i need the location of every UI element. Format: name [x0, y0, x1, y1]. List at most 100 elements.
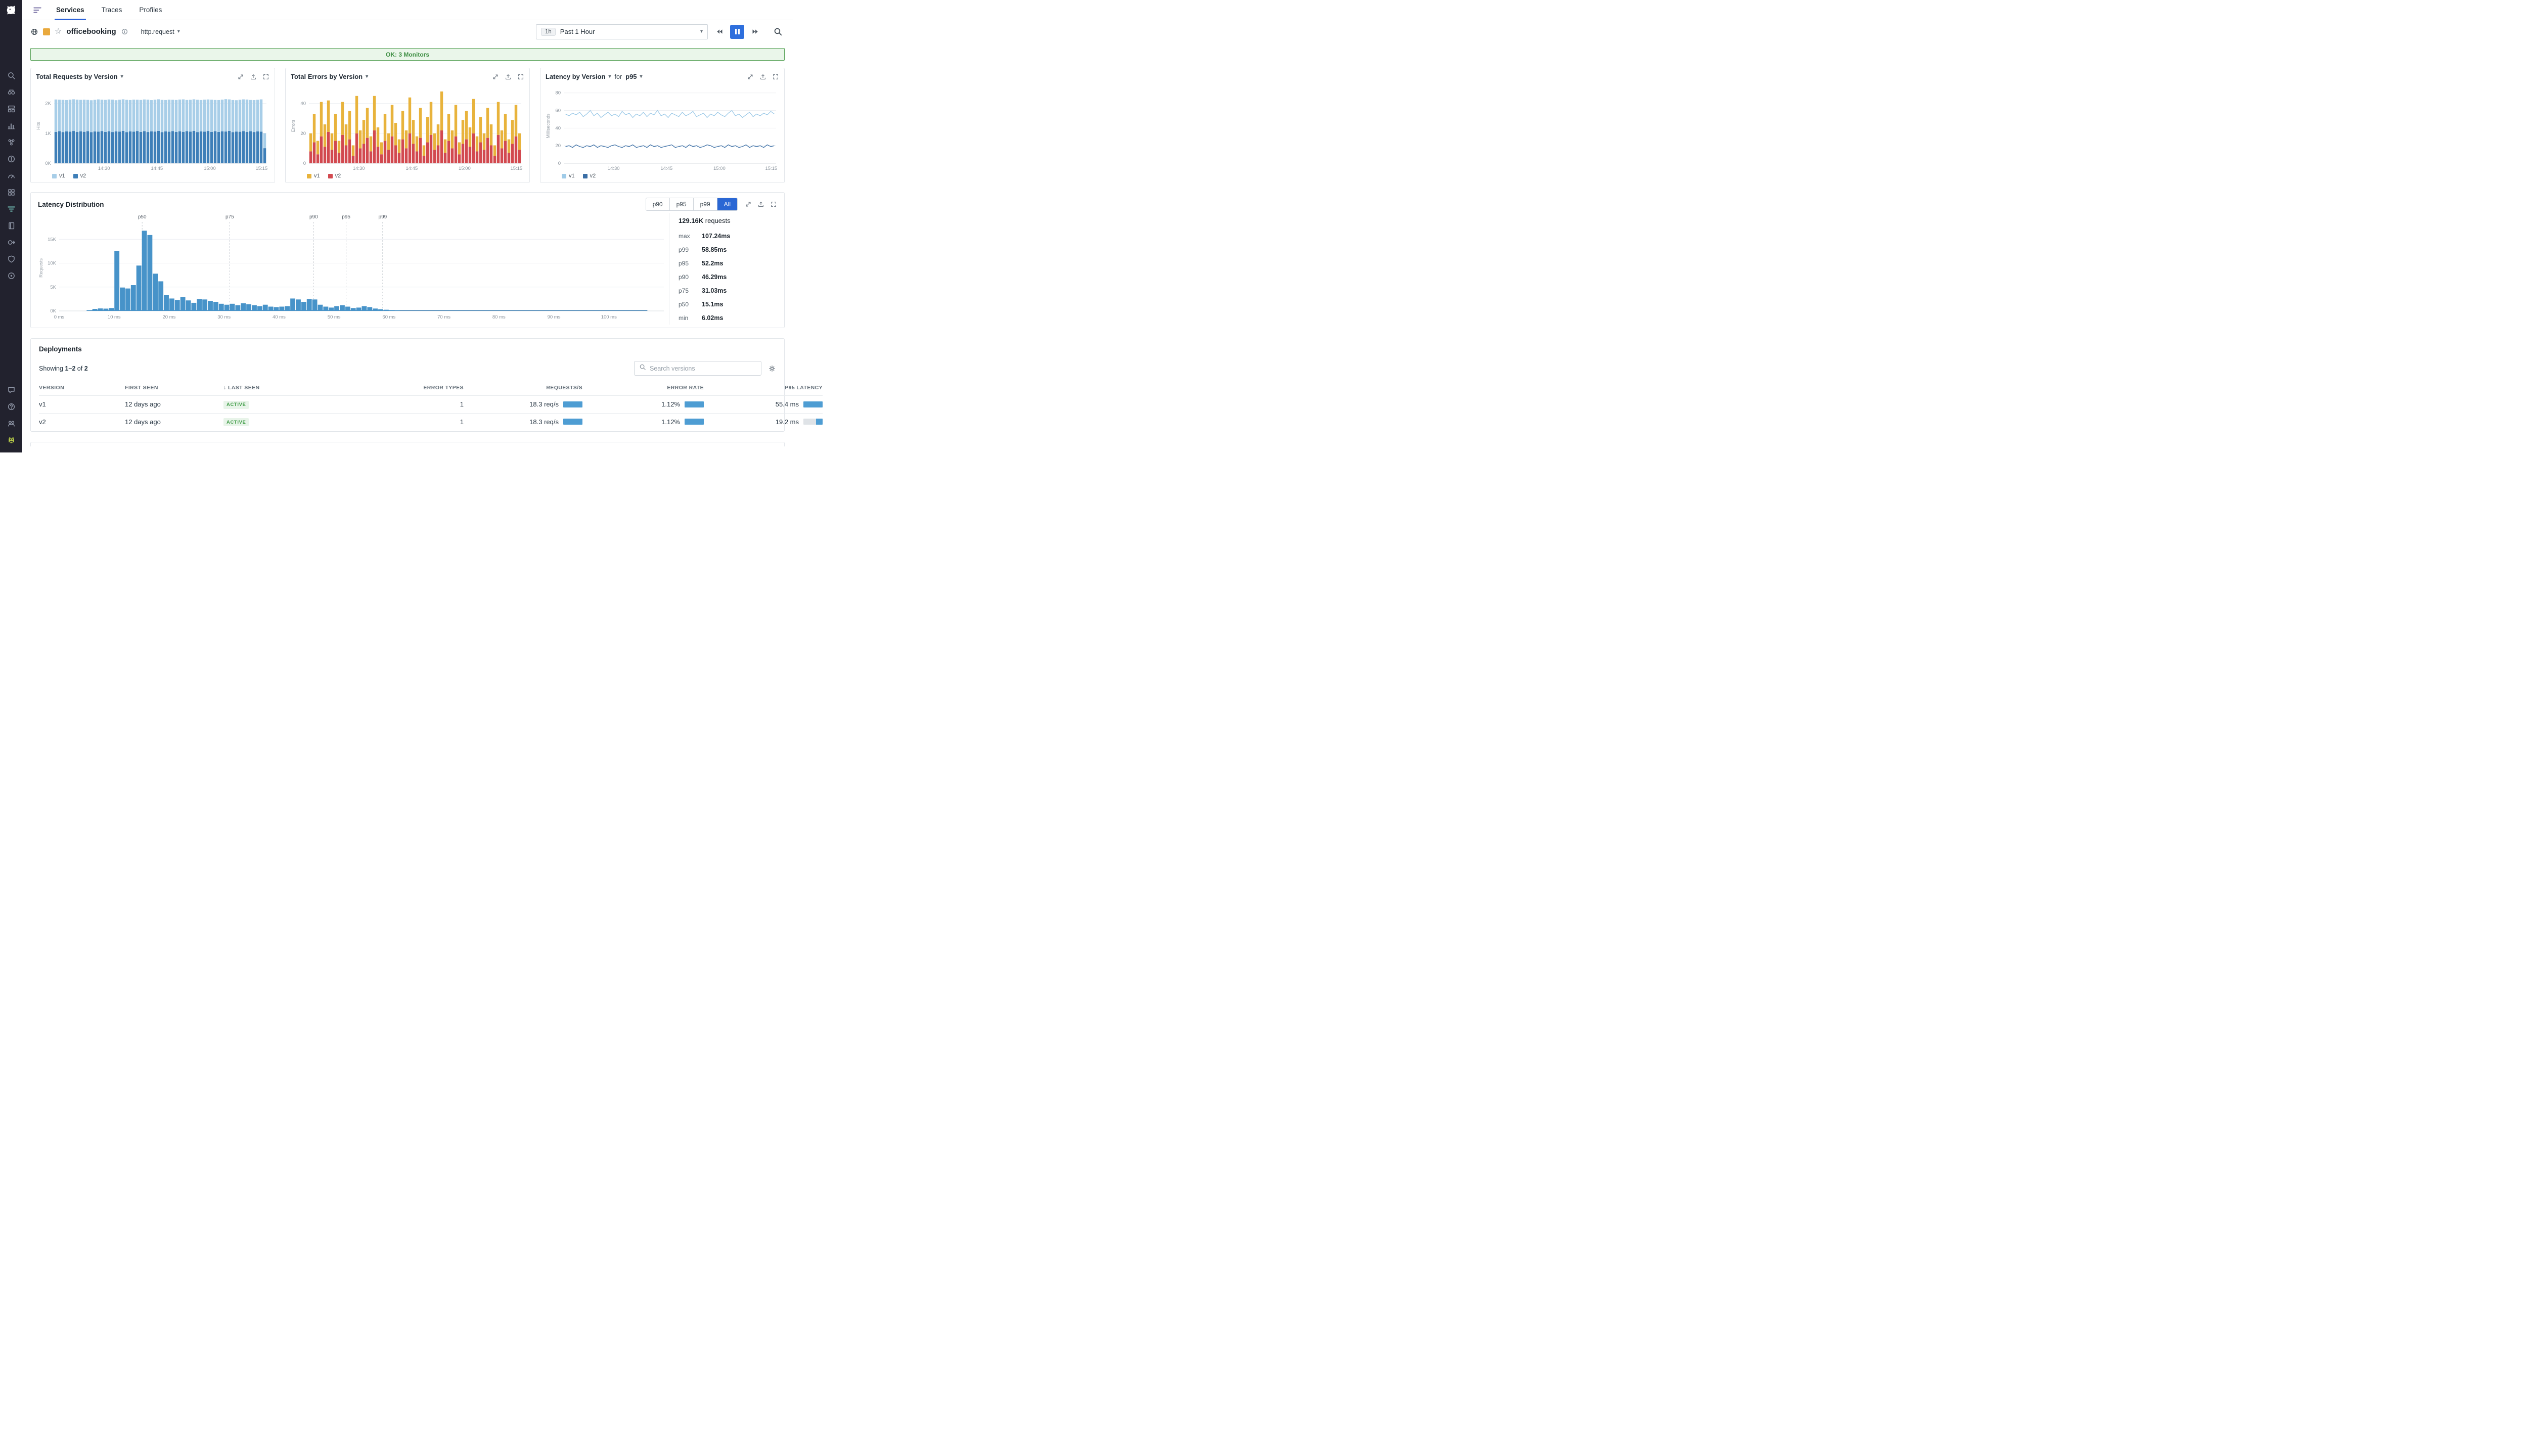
percentile-dropdown[interactable]: p95 ▾ — [625, 73, 642, 80]
svg-text:15:15: 15:15 — [765, 166, 777, 171]
favorite-star-icon[interactable]: ☆ — [55, 28, 62, 36]
svg-text:p75: p75 — [225, 214, 234, 220]
search-icon[interactable] — [4, 70, 19, 82]
p95-latency-cell: 55.4 ms — [704, 396, 823, 414]
column-error-types[interactable]: ERROR TYPES — [375, 382, 464, 396]
errors-chart-actions — [492, 73, 524, 80]
monitors-icon[interactable] — [4, 153, 19, 165]
deployment-row-v2[interactable]: v212 days agoACTIVE118.3 req/s1.12%19.2 … — [39, 413, 823, 430]
deployment-row-v1[interactable]: v112 days agoACTIVE118.3 req/s1.12%55.4 … — [39, 396, 823, 414]
latency-histogram-canvas[interactable]: 0K5K10K15KRequests0 ms10 ms20 ms30 ms40 … — [38, 213, 669, 320]
sidebar-bottom-icons — [4, 382, 19, 448]
column-first-seen[interactable]: FIRST SEEN — [125, 382, 223, 396]
requests-chart-canvas[interactable]: 0K1K2K14:3014:4515:0015:15Hits — [36, 84, 269, 171]
rewind-button[interactable] — [712, 25, 726, 39]
pause-icon — [735, 29, 740, 34]
legend-swatch — [52, 174, 57, 178]
forward-button[interactable] — [748, 25, 762, 39]
column-error-rate[interactable]: ERROR RATE — [582, 382, 704, 396]
column-version[interactable]: VERSION — [39, 382, 125, 396]
latency-chart-title-dropdown[interactable]: Latency by Version ▾ — [546, 73, 611, 80]
latency-chart-card: Latency by Version ▾ for p95 ▾ 020406080… — [540, 68, 785, 183]
help-icon[interactable] — [4, 401, 19, 413]
pause-button[interactable] — [730, 25, 744, 39]
requests-value-bar — [563, 419, 582, 425]
search-versions-input[interactable] — [650, 365, 756, 372]
svg-text:p95: p95 — [342, 214, 350, 220]
latency-distribution-title: Latency Distribution — [38, 201, 104, 208]
error-rate-value-bar — [685, 401, 704, 407]
datadog-logo[interactable] — [4, 3, 19, 18]
latency-summary-panel: 129.16K requests max107.24msp9958.85msp9… — [669, 213, 777, 325]
svg-text:40 ms: 40 ms — [273, 314, 286, 320]
svg-text:70 ms: 70 ms — [437, 314, 450, 320]
notebooks-icon[interactable] — [4, 220, 19, 232]
gear-icon[interactable] — [768, 365, 776, 373]
errors-chart-canvas[interactable]: 0204014:3014:4515:0015:15Errors — [291, 84, 524, 171]
fullscreen-icon[interactable] — [517, 73, 524, 80]
watchdog-icon[interactable] — [4, 86, 19, 99]
support-chat-icon[interactable] — [4, 384, 19, 396]
p95-latency-value-bar — [803, 419, 823, 425]
export-icon[interactable] — [757, 201, 764, 208]
percentile-toggle-all[interactable]: All — [717, 198, 737, 210]
operation-dropdown[interactable]: http.request ▾ — [141, 28, 180, 35]
monitors-ok-banner[interactable]: OK: 3 Monitors — [30, 48, 785, 61]
infrastructure-icon[interactable] — [4, 136, 19, 149]
column-requests-s[interactable]: REQUESTS/S — [464, 382, 582, 396]
requests-legend-v1[interactable]: v1 — [52, 173, 65, 179]
export-icon[interactable] — [505, 73, 512, 80]
requests-cell: 18.3 req/s — [464, 396, 582, 414]
requests-legend-v2[interactable]: v2 — [73, 173, 86, 179]
latency-legend-v2[interactable]: v2 — [583, 173, 596, 179]
percentile-toggle-p99[interactable]: p99 — [693, 198, 717, 210]
security-icon[interactable] — [4, 253, 19, 265]
synthetics-icon[interactable] — [4, 270, 19, 282]
fullscreen-icon[interactable] — [770, 201, 777, 208]
apm-icon[interactable] — [4, 203, 19, 215]
percentile-toggle-p95[interactable]: p95 — [669, 198, 693, 210]
latency-stat-p99: p9958.85ms — [679, 243, 777, 256]
ci-cd-icon[interactable] — [4, 237, 19, 249]
requests-total: 129.16K requests — [679, 217, 777, 224]
tab-traces[interactable]: Traces — [93, 0, 131, 20]
zoom-search-button[interactable] — [771, 25, 785, 39]
requests-chart-title-dropdown[interactable]: Total Requests by Version ▾ — [36, 73, 123, 80]
first-seen-cell: 12 days ago — [125, 396, 223, 414]
scale-icon[interactable] — [237, 73, 244, 80]
export-icon[interactable] — [759, 73, 766, 80]
tab-services[interactable]: Services — [48, 0, 93, 20]
percentile-toggle-p90[interactable]: p90 — [646, 198, 669, 210]
metrics-icon[interactable] — [4, 120, 19, 132]
fullscreen-icon[interactable] — [262, 73, 269, 80]
requests-chart-header: Total Requests by Version ▾ — [36, 73, 269, 80]
latency-stat-min: min6.02ms — [679, 311, 777, 325]
info-icon[interactable] — [121, 28, 128, 35]
export-icon[interactable] — [250, 73, 257, 80]
dashboards-icon[interactable] — [4, 103, 19, 115]
errors-chart-title-dropdown[interactable]: Total Errors by Version ▾ — [291, 73, 368, 80]
latency-chart-canvas[interactable]: 02040608014:3014:4515:0015:15Millisecond… — [546, 84, 779, 171]
scale-icon[interactable] — [747, 73, 754, 80]
svg-text:60: 60 — [555, 108, 561, 114]
tab-profiles[interactable]: Profiles — [130, 0, 170, 20]
fullscreen-icon[interactable] — [772, 73, 779, 80]
slos-icon[interactable] — [4, 170, 19, 182]
apm-lines-icon[interactable] — [27, 0, 48, 20]
errors-chart-header: Total Errors by Version ▾ — [291, 73, 524, 80]
sidebar-top-icons — [4, 67, 19, 284]
column-p95-latency[interactable]: P95 LATENCY — [704, 382, 823, 396]
integrations-icon[interactable] — [4, 187, 19, 199]
errors-legend-v1[interactable]: v1 — [307, 173, 320, 179]
scale-icon[interactable] — [745, 201, 752, 208]
column-last-seen[interactable]: ↓ LAST SEEN — [223, 382, 375, 396]
latency-legend-v1[interactable]: v1 — [562, 173, 575, 179]
errors-legend-v2[interactable]: v2 — [328, 173, 341, 179]
time-range-select[interactable]: 1h Past 1 Hour ▾ — [536, 24, 708, 39]
chevron-down-icon: ▾ — [177, 29, 180, 34]
chevron-down-icon: ▾ — [609, 74, 611, 79]
org-users-icon[interactable] — [4, 418, 19, 430]
p95-latency-cell: 19.2 ms — [704, 413, 823, 430]
scale-icon[interactable] — [492, 73, 499, 80]
bits-ai-icon[interactable] — [4, 434, 19, 446]
